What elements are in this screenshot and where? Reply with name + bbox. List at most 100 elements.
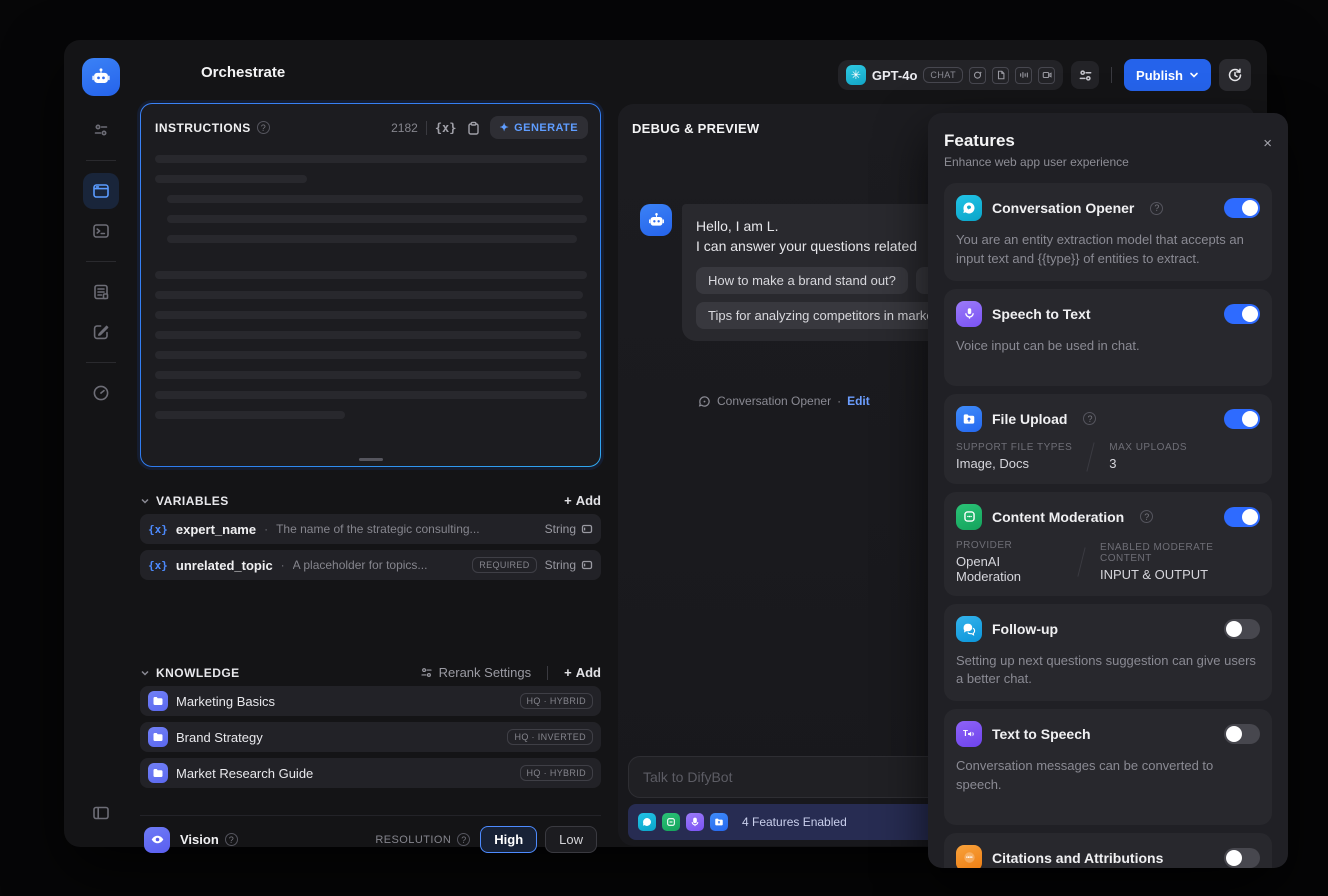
add-knowledge-button[interactable]: + Add [564,665,601,680]
page-title: Orchestrate [201,64,286,81]
knowledge-name: Marketing Basics [176,693,275,709]
close-icon[interactable]: × [1263,135,1272,152]
knowledge-badge: HQ · HYBRID [519,765,593,781]
stat-divider [1077,546,1086,577]
history-button[interactable] [1219,59,1251,91]
sliders-icon [421,668,432,677]
conversation-opener-icon [956,195,982,221]
sidebar-item-api-terminal[interactable] [83,213,119,249]
stat-moderate-content: ENABLED MODERATE CONTENT INPUT & OUTPUT [1100,541,1214,582]
knowledge-row[interactable]: Brand Strategy HQ · INVERTED [140,722,601,752]
feature-toggle[interactable] [1224,408,1260,429]
variable-desc: The name of the strategic consulting... [276,522,480,536]
feature-title: Follow-up [992,620,1059,637]
chevron-down-icon[interactable] [140,496,150,506]
chevron-down-icon [1190,72,1198,78]
feature-card-text-to-speech: T Text to Speech Conversation messages c… [944,709,1272,825]
vision-capability-icon [969,66,987,84]
dataset-folder-icon [148,727,168,747]
help-icon[interactable]: ? [1140,510,1154,524]
copy-clipboard-icon[interactable] [467,121,480,135]
sidebar-item-orchestrate[interactable] [82,173,119,209]
content-moderation-mini-icon [662,813,680,831]
variable-row[interactable]: {x} unrelated_topic · A placeholder for … [140,550,601,580]
stat-divider [1086,441,1095,472]
feature-toggle[interactable] [1224,506,1260,527]
preferences-sliders-icon[interactable] [83,112,119,148]
resize-handle[interactable] [358,458,383,461]
instructions-panel[interactable]: INSTRUCTIONS ? 2182 {x} ✦ GENERATE [140,103,601,467]
model-selector[interactable]: ✳ GPT-4o CHAT [837,60,1064,90]
resolution-high-button[interactable]: High [480,826,538,853]
model-parameters-icon[interactable] [1071,61,1100,89]
feature-desc: Conversation messages can be converted t… [956,758,1214,793]
conversation-opener-mini-icon [638,813,656,831]
insert-variable-icon[interactable]: {x} [435,121,457,135]
variable-row[interactable]: {x} expert_name · The name of the strate… [140,514,601,544]
model-type-badge: CHAT [923,67,964,83]
input-field-icon [581,524,593,534]
help-icon[interactable]: ? [457,833,471,846]
chevron-down-icon[interactable] [140,668,150,678]
vision-section: Vision ? RESOLUTION ? High Low [140,815,601,863]
feature-toggle[interactable] [1224,724,1260,745]
variables-title: VARIABLES [156,493,229,508]
svg-text:T: T [963,729,968,738]
features-panel: Features × Enhance web app user experien… [928,113,1288,868]
variable-type: String [544,558,576,572]
feature-title: Content Moderation [992,508,1125,525]
resolution-low-button[interactable]: Low [545,826,597,853]
feature-toggle[interactable] [1224,618,1260,639]
opener-label: Conversation Opener [717,394,832,408]
feature-card-follow-up: Follow-up Setting up next questions sugg… [944,603,1272,702]
instructions-skeleton-text [141,145,600,419]
feature-title: Text to Speech [992,726,1091,743]
variable-name: unrelated_topic [175,557,273,573]
help-icon[interactable]: ? [224,833,238,846]
sidebar-divider [85,261,116,262]
sidebar-item-logs[interactable] [83,274,119,310]
variable-icon: {x} [148,558,168,572]
debug-title: DEBUG & PREVIEW [632,121,760,136]
publish-button[interactable]: Publish [1124,59,1211,91]
variable-name: expert_name [175,521,257,537]
feature-desc: Setting up next questions suggestion can… [956,652,1256,687]
openai-logo-icon: ✳ [845,65,866,85]
stat-provider: PROVIDER OpenAI Moderation [956,539,1022,584]
header-divider [1111,67,1113,83]
edit-opener-link[interactable]: Edit [847,394,870,408]
help-icon[interactable]: ? [256,121,270,134]
feature-toggle[interactable] [1224,303,1260,324]
generate-button[interactable]: ✦ GENERATE [489,116,588,139]
collapse-panel-icon[interactable] [83,795,119,831]
speech-to-text-icon [956,300,982,327]
vision-eye-icon [144,826,170,853]
help-icon[interactable]: ? [1150,201,1164,215]
help-icon[interactable]: ? [1083,412,1097,426]
knowledge-row[interactable]: Market Research Guide HQ · HYBRID [140,758,601,788]
sidebar-item-monitoring-gauge[interactable] [83,375,119,411]
suggested-question-chip[interactable]: How to make a brand stand out? [696,266,908,294]
variable-icon: {x} [148,522,168,536]
add-variable-button[interactable]: + Add [564,493,601,508]
required-badge: REQUIRED [472,557,537,573]
rerank-settings-button[interactable]: Rerank Settings [420,665,531,680]
feature-toggle[interactable] [1224,198,1260,218]
knowledge-title: KNOWLEDGE [156,665,240,680]
chat-bubble-icon [698,395,710,407]
feature-title: File Upload [992,410,1068,427]
plus-icon: + [564,665,572,680]
knowledge-row[interactable]: Marketing Basics HQ · HYBRID [140,686,601,716]
app-logo-robot-icon[interactable] [81,58,120,96]
variable-type: String [544,522,576,536]
svg-text:“: “ [969,854,973,863]
sidebar-item-annotations[interactable] [83,314,119,350]
dataset-folder-icon [148,691,168,711]
suggested-question-chip[interactable]: Tips for analyzing competitors in market [696,301,948,329]
feature-toggle[interactable] [1224,847,1260,868]
configuration-column: INSTRUCTIONS ? 2182 {x} ✦ GENERATE VARIA… [140,103,687,853]
feature-card-citations: ““ Citations and Attributions Show sourc… [944,832,1272,868]
feature-title: Citations and Attributions [992,849,1164,866]
feature-card-content-moderation: Content Moderation ? PROVIDER OpenAI Mod… [944,491,1272,596]
resolution-label: RESOLUTION [375,833,452,846]
